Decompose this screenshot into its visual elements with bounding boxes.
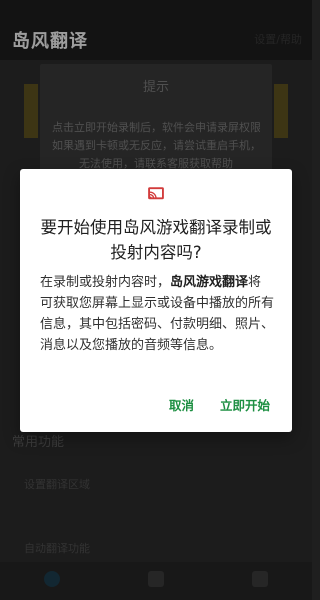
- dialog-body: 在录制或投射内容时，岛风游戏翻译将可获取您屏幕上显示或设备中播放的所有信息，其中…: [40, 272, 274, 356]
- dialog-app-name: 岛风游戏翻译: [170, 275, 249, 290]
- cancel-button[interactable]: 取消: [169, 395, 194, 414]
- start-now-button[interactable]: 立即开始: [220, 395, 270, 414]
- cast-icon: [148, 187, 164, 200]
- screen-capture-dialog: 要开始使用岛风游戏翻译录制或投射内容吗? 在录制或投射内容时，岛风游戏翻译将可获…: [20, 169, 292, 432]
- dialog-title: 要开始使用岛风游戏翻译录制或投射内容吗?: [40, 218, 272, 262]
- dialog-actions: 取消 立即开始: [169, 395, 270, 414]
- dialog-body-prefix: 在录制或投射内容时，: [40, 275, 171, 290]
